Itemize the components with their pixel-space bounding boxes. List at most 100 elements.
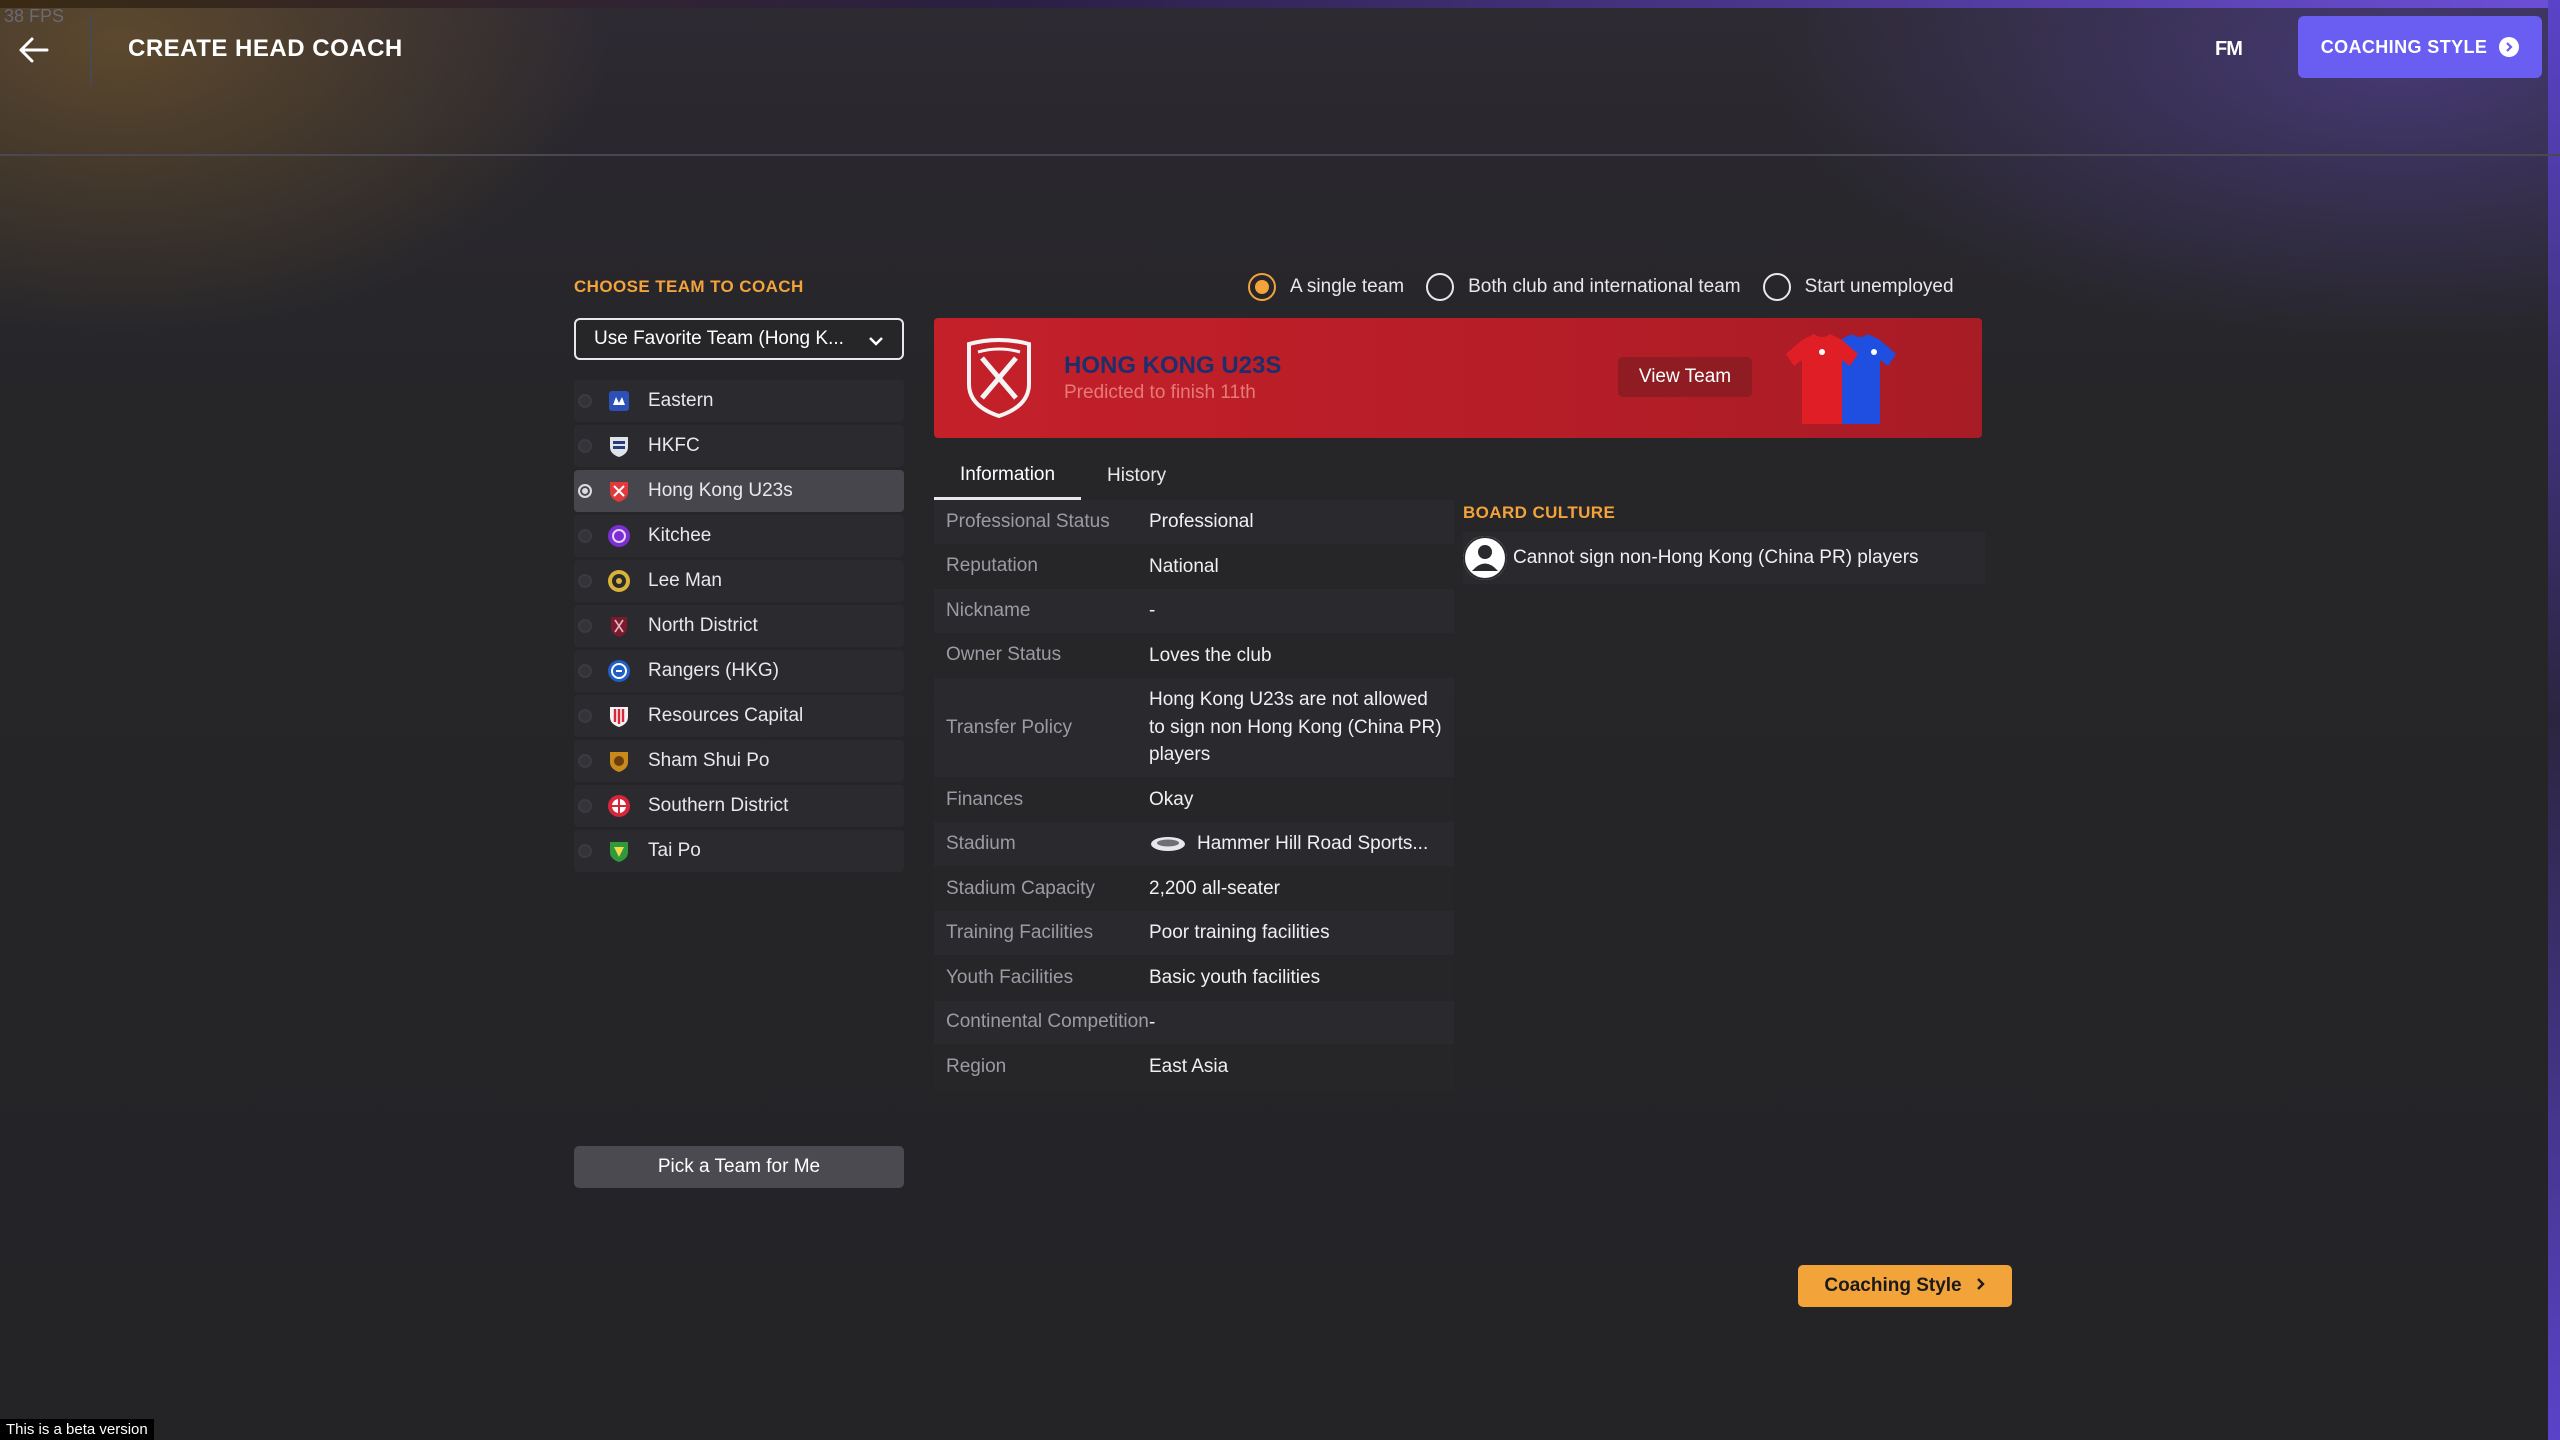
coaching-style-label: Coaching Style (1824, 1275, 1962, 1296)
header: CREATE HEAD COACH FM COACHING STYLE (0, 0, 2560, 156)
info-key: Professional Status (946, 510, 1110, 532)
team-name: Lee Man (648, 570, 722, 591)
team-radio[interactable] (578, 574, 592, 588)
tab-history[interactable]: History (1081, 452, 1192, 500)
resources-capital-crest-icon (606, 703, 632, 729)
info-value: Basic youth facilities (1149, 967, 1321, 989)
rangers-crest-icon (606, 658, 632, 684)
team-row-hong-kong-u23s[interactable]: Hong Kong U23s (574, 470, 904, 512)
person-icon (1463, 536, 1507, 580)
info-value: Hong Kong U23s are not allowed to sign n… (1149, 689, 1442, 766)
info-key: Region (946, 1055, 1007, 1077)
board-culture-item: Cannot sign non-Hong Kong (China PR) pla… (1463, 532, 1985, 584)
team-row-rangers-hkg[interactable]: Rangers (HKG) (574, 650, 904, 692)
team-row-resources-capital[interactable]: Resources Capital (574, 695, 904, 737)
tab-information[interactable]: Information (934, 452, 1082, 500)
radio-button[interactable] (1762, 273, 1791, 301)
team-list: Eastern HKFC Hong Kong U23s Kitchee Lee … (574, 380, 904, 875)
favorite-team-dropdown[interactable]: Use Favorite Team (Hong K... (574, 318, 904, 360)
info-value: National (1149, 555, 1219, 577)
team-name: Tai Po (648, 840, 701, 861)
info-row-professional-status: Professional Status Professional (934, 500, 1454, 545)
radio-button[interactable] (1426, 273, 1455, 301)
team-radio[interactable] (578, 709, 592, 723)
lee-man-crest-icon (606, 568, 632, 594)
team-name: HKFC (648, 435, 700, 456)
option-single-team[interactable]: A single team (1248, 273, 1404, 301)
team-radio-selected[interactable] (578, 484, 592, 498)
tai-po-crest-icon (606, 838, 632, 864)
team-row-north-district[interactable]: North District (574, 605, 904, 647)
info-key: Continental Competition (946, 1011, 1149, 1033)
team-row-southern-district[interactable]: Southern District (574, 785, 904, 827)
hong-kong-crest-large-icon (964, 338, 1034, 419)
team-radio[interactable] (578, 844, 592, 858)
team-name: Eastern (648, 390, 714, 411)
team-name: Kitchee (648, 525, 712, 546)
option-label: Start unemployed (1804, 276, 1954, 297)
eastern-crest-icon (606, 388, 632, 414)
info-key: Youth Facilities (946, 966, 1074, 988)
coaching-style-top-button[interactable]: COACHING STYLE (2298, 16, 2542, 78)
coaching-mode-options: A single team Both club and internationa… (1248, 273, 1976, 301)
view-team-button[interactable]: View Team (1618, 357, 1752, 397)
sham-shui-po-crest-icon (606, 748, 632, 774)
info-row-finances: Finances Okay (934, 777, 1454, 823)
chevron-right-icon (1976, 1275, 1986, 1297)
team-row-lee-man[interactable]: Lee Man (574, 560, 904, 602)
team-radio[interactable] (578, 619, 592, 633)
team-radio[interactable] (578, 754, 592, 768)
team-row-hkfc[interactable]: HKFC (574, 425, 904, 467)
radio-button-selected[interactable] (1248, 273, 1276, 301)
banner-prediction: Predicted to finish 11th (1064, 382, 1256, 403)
pick-team-for-me-button[interactable]: Pick a Team for Me (574, 1146, 904, 1188)
info-row-owner-status: Owner Status Loves the club (934, 633, 1454, 679)
chevron-down-icon (868, 331, 884, 353)
info-key: Transfer Policy (946, 716, 1072, 738)
team-row-tai-po[interactable]: Tai Po (574, 830, 904, 872)
team-row-sham-shui-po[interactable]: Sham Shui Po (574, 740, 904, 782)
info-key: Reputation (946, 555, 1038, 577)
info-key: Stadium Capacity (946, 877, 1095, 899)
board-culture-label: BOARD CULTURE (1463, 503, 1616, 522)
team-radio[interactable] (578, 394, 592, 408)
team-banner: HONG KONG U23S Predicted to finish 11th … (934, 318, 1982, 438)
info-row-reputation: Reputation National (934, 544, 1454, 590)
info-row-training-facilities: Training Facilities Poor training facili… (934, 911, 1454, 957)
info-key: Nickname (946, 599, 1031, 621)
north-district-crest-icon (606, 613, 632, 639)
info-key: Stadium (946, 833, 1016, 855)
detail-tabs: Information History (934, 452, 1192, 500)
info-value-stadium[interactable]: Hammer Hill Road Sports... (1149, 822, 1454, 866)
team-name: Rangers (HKG) (648, 660, 779, 681)
beta-notice: This is a beta version (0, 1419, 154, 1440)
info-value: Professional (1149, 511, 1254, 532)
hkfc-crest-icon (606, 433, 632, 459)
team-radio[interactable] (578, 439, 592, 453)
team-radio[interactable] (578, 529, 592, 543)
southern-district-crest-icon (606, 793, 632, 819)
dropdown-value: Use Favorite Team (Hong K... (594, 328, 844, 349)
info-value: 2,200 all-seater (1149, 877, 1280, 899)
info-value: East Asia (1149, 1056, 1229, 1078)
team-radio[interactable] (578, 664, 592, 678)
option-label: A single team (1290, 276, 1405, 297)
page-title: CREATE HEAD COACH (128, 35, 403, 62)
team-row-eastern[interactable]: Eastern (574, 380, 904, 422)
team-name: Southern District (648, 795, 789, 816)
info-row-nickname: Nickname - (934, 589, 1454, 634)
right-accent-stripe (2548, 0, 2560, 1440)
option-club-and-international[interactable]: Both club and international team (1426, 273, 1741, 301)
coaching-style-top-label: COACHING STYLE (2320, 36, 2488, 57)
team-radio[interactable] (578, 799, 592, 813)
info-row-stadium: Stadium Hammer Hill Road Sports... (934, 822, 1454, 867)
team-row-kitchee[interactable]: Kitchee (574, 515, 904, 557)
back-arrow-icon[interactable] (14, 30, 54, 70)
banner-team-name: HONG KONG U23S (1064, 352, 1282, 379)
option-start-unemployed[interactable]: Start unemployed (1762, 273, 1954, 301)
info-row-continental-competition: Continental Competition - (934, 1000, 1454, 1046)
coaching-style-button[interactable]: Coaching Style (1798, 1265, 2012, 1307)
stadium-name: Hammer Hill Road Sports... (1197, 833, 1429, 855)
info-value: Poor training facilities (1149, 922, 1330, 944)
team-name: Sham Shui Po (648, 750, 770, 771)
